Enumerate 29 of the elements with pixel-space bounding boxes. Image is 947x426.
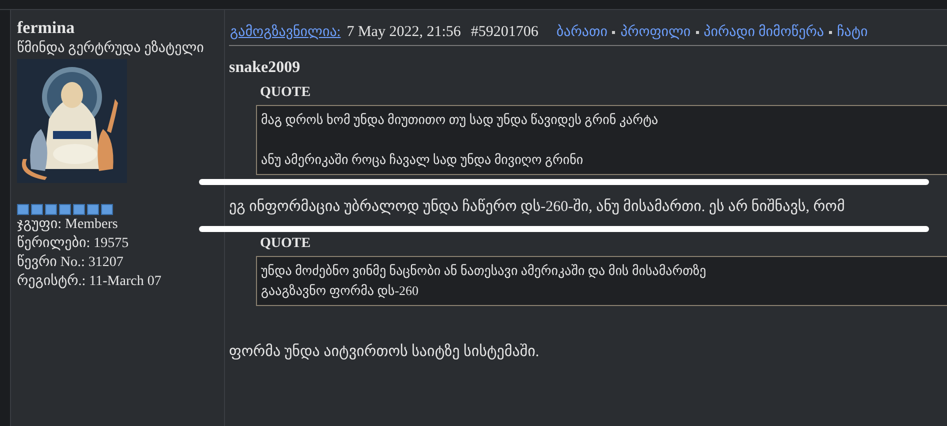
quote-line: ანუ ამერიკაში როცა ჩავალ სად უნდა მივიღო გრინი <box>261 151 584 170</box>
user-link[interactable]: ჩატი <box>836 24 868 41</box>
post-text: ეგ ინფორმაცია უბრალოდ უნდა ჩაწერო დს-260-ში, ანუ მისამართი. ეს არ ნიშნავს, რომ <box>229 198 846 216</box>
post-date: 7 May 2022, 21:56 <box>346 24 461 41</box>
quoted-author: snake2009 <box>229 59 302 77</box>
rank-pip-icon <box>31 204 43 215</box>
user-stat: წერილები: 19575 <box>17 234 130 253</box>
user-stat: რეგისტრ.: 11-March 07 <box>17 272 162 291</box>
rank-pip-icon <box>87 204 99 215</box>
quote-line: მაგ დროს ხომ უნდა მიუთითო თუ სად უნდა წავიდეს გრინ კარტა <box>261 111 658 130</box>
post-text: ფორმა უნდა აიტვირთოს საიტზე სისტემაში. <box>229 342 540 361</box>
user-stat: წევრი No.: 31207 <box>17 253 124 272</box>
rank-pip-icon <box>73 204 85 215</box>
user-link[interactable]: პირადი მიმოწერა <box>704 24 824 41</box>
username[interactable]: fermina <box>17 18 224 38</box>
quote-line: გააგზავნო ფორმა დს-260 <box>261 282 419 300</box>
rank-pip-icon <box>101 204 113 215</box>
rank-pip-icon <box>17 204 29 215</box>
rank-pip-icon <box>45 204 57 215</box>
quote-label: QUOTE <box>260 236 311 252</box>
quote-label: QUOTE <box>260 85 311 101</box>
quote-line: უნდა მოძებნო ვინმე ნაცნობი ან ნათესავი ამერიკაში და მის მისამართზე <box>261 262 706 280</box>
post-number: #59201706 <box>470 24 538 41</box>
user-title: წმინდა გერტრუდა ეზატელი <box>17 40 205 57</box>
user-link[interactable]: პროფილი <box>620 24 691 41</box>
user-link[interactable]: ბარათი <box>556 24 608 41</box>
rank-pip-icon <box>59 204 71 215</box>
user-stat: ჯგუფი: Members <box>17 216 119 234</box>
posted-link[interactable]: გამოგზავნილია: <box>230 24 341 41</box>
